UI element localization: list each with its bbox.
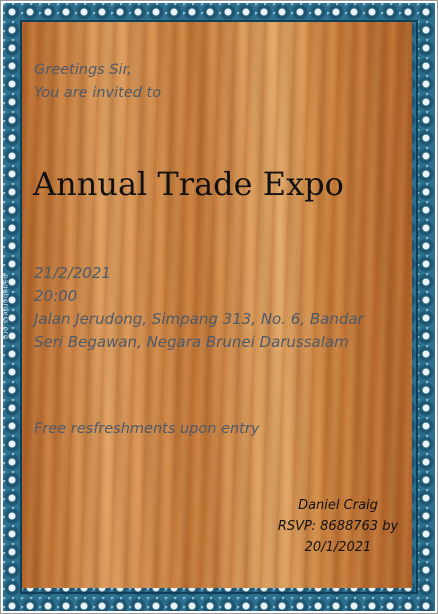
- greeting: Greetings Sir, You are invited to: [34, 59, 161, 105]
- event-time: 20:00: [34, 287, 78, 305]
- host-signature: Daniel Craig RSVP: 8688763 by 20/1/2021: [263, 495, 412, 558]
- refreshments-note: Free resfreshments upon entry: [34, 421, 260, 437]
- greeting-line-2: You are invited to: [34, 85, 162, 101]
- host-name: Daniel Craig: [298, 498, 378, 513]
- event-details: 21/2/2021 20:00 Jalan Jerudong, Simpang …: [34, 262, 394, 354]
- border-credit: pageborders.org: [1, 274, 10, 340]
- rsvp-line-2: 20/1/2021: [304, 540, 372, 555]
- rsvp-line-1: RSVP: 8688763 by: [277, 519, 399, 534]
- event-date: 21/2/2021: [34, 264, 111, 282]
- event-address: Jalan Jerudong, Simpang 313, No. 6, Band…: [34, 310, 364, 351]
- event-title: Annual Trade Expo: [33, 165, 344, 203]
- invitation-page: pageborders.org Greetings Sir, You are i…: [0, 0, 438, 614]
- greeting-line-1: Greetings Sir,: [34, 62, 132, 78]
- wood-background: Greetings Sir, You are invited to Annual…: [22, 22, 412, 588]
